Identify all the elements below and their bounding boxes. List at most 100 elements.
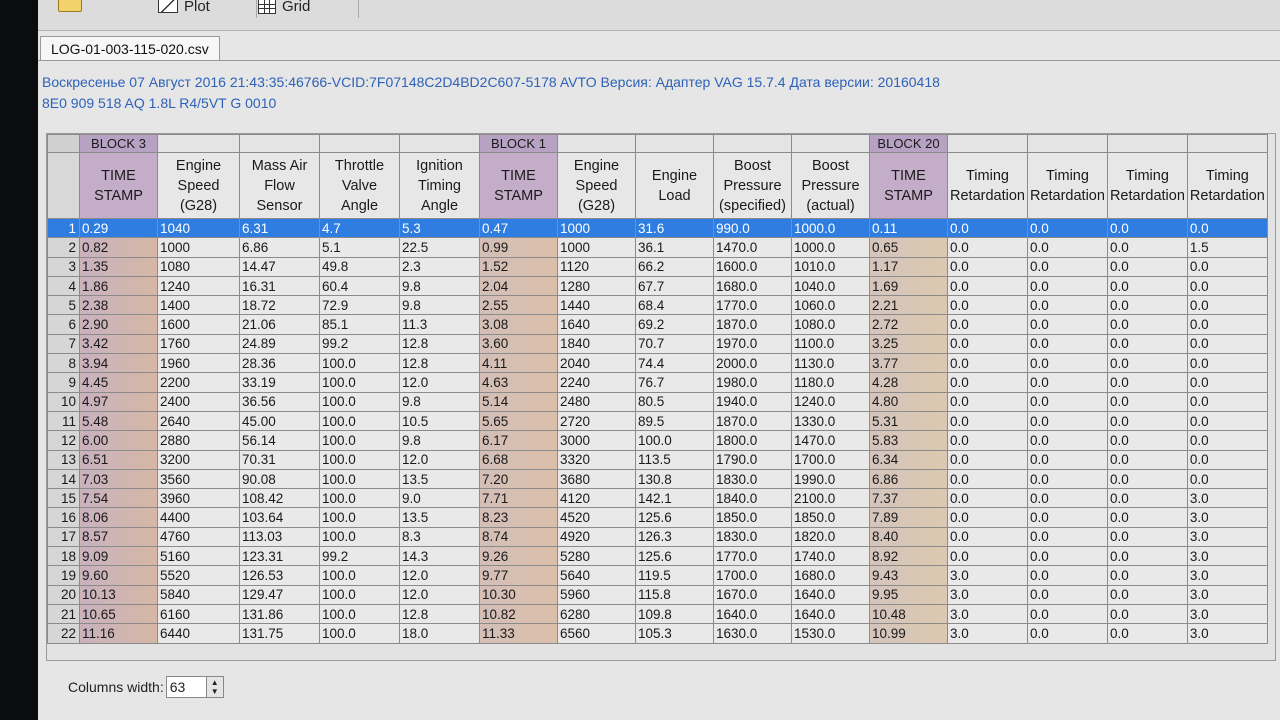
table-cell[interactable]: 1680.0 bbox=[713, 275, 792, 297]
table-cell[interactable]: 5.14 bbox=[479, 391, 558, 412]
table-cell[interactable]: 1640.0 bbox=[713, 603, 792, 625]
row-number[interactable]: 7 bbox=[47, 333, 80, 355]
table-cell[interactable]: 9.43 bbox=[869, 565, 948, 586]
table-cell[interactable]: 0.0 bbox=[1026, 295, 1108, 316]
table-cell[interactable]: 5.48 bbox=[79, 410, 158, 432]
row-number[interactable]: 22 bbox=[47, 623, 80, 644]
table-cell[interactable]: 0.0 bbox=[947, 391, 1028, 412]
table-cell[interactable]: 0.0 bbox=[1106, 468, 1188, 490]
table-cell[interactable]: 129.47 bbox=[239, 584, 320, 605]
table-cell[interactable]: 10.99 bbox=[869, 623, 948, 644]
table-cell[interactable]: 0.99 bbox=[479, 237, 558, 258]
table-cell[interactable]: 100.0 bbox=[319, 468, 400, 490]
table-cell[interactable]: 100.0 bbox=[319, 391, 400, 412]
table-row[interactable]: 12 6.00 2880 56.14 100.0 9.8 6.17 3000 100.0 1800… bbox=[47, 430, 1268, 451]
table-cell[interactable]: 1640.0 bbox=[791, 584, 870, 605]
table-cell[interactable]: 3.0 bbox=[1186, 526, 1268, 548]
table-row[interactable]: 15 7.54 3960 108.42 100.0 9.0 7.71 4120 142.1 184… bbox=[47, 488, 1268, 509]
table-cell[interactable]: 1130.0 bbox=[791, 353, 870, 374]
table-cell[interactable]: 0.65 bbox=[869, 237, 948, 258]
column-header[interactable]: TIME STAMP bbox=[479, 152, 558, 219]
table-cell[interactable]: 10.65 bbox=[79, 603, 158, 625]
table-cell[interactable]: 7.03 bbox=[79, 468, 158, 490]
table-cell[interactable]: 1830.0 bbox=[713, 468, 792, 490]
table-cell[interactable]: 70.7 bbox=[635, 333, 714, 355]
table-cell[interactable]: 1.17 bbox=[869, 256, 948, 277]
row-number[interactable]: 21 bbox=[47, 603, 80, 625]
table-cell[interactable]: 12.8 bbox=[399, 353, 480, 374]
table-cell[interactable]: 18.0 bbox=[399, 623, 480, 644]
table-cell[interactable]: 2.90 bbox=[79, 314, 158, 335]
table-cell[interactable]: 6.68 bbox=[479, 449, 558, 470]
table-cell[interactable]: 12.8 bbox=[399, 333, 480, 355]
table-cell[interactable]: 0.0 bbox=[1106, 237, 1188, 258]
row-number[interactable]: 17 bbox=[47, 526, 80, 548]
table-cell[interactable]: 0.0 bbox=[947, 237, 1028, 258]
table-cell[interactable]: 5960 bbox=[557, 584, 636, 605]
table-cell[interactable]: 12.0 bbox=[399, 584, 480, 605]
row-number[interactable]: 19 bbox=[47, 565, 80, 586]
table-cell[interactable]: 6.86 bbox=[239, 237, 320, 258]
table-cell[interactable]: 12.0 bbox=[399, 449, 480, 470]
table-cell[interactable]: 9.60 bbox=[79, 565, 158, 586]
table-cell[interactable]: 2040 bbox=[557, 353, 636, 374]
table-cell[interactable]: 28.36 bbox=[239, 353, 320, 374]
table-cell[interactable]: 0.0 bbox=[1106, 623, 1188, 644]
table-cell[interactable]: 5.83 bbox=[869, 430, 948, 451]
table-cell[interactable]: 6160 bbox=[157, 603, 240, 625]
table-cell[interactable]: 0.0 bbox=[1026, 507, 1108, 528]
table-cell[interactable]: 0.0 bbox=[1026, 353, 1108, 374]
table-cell[interactable]: 0.0 bbox=[947, 488, 1028, 509]
table-cell[interactable]: 0.0 bbox=[1026, 546, 1108, 567]
table-cell[interactable]: 1970.0 bbox=[713, 333, 792, 355]
table-cell[interactable]: 2100.0 bbox=[791, 488, 870, 509]
table-cell[interactable]: 0.0 bbox=[947, 468, 1028, 490]
table-cell[interactable]: 0.0 bbox=[1026, 391, 1108, 412]
table-cell[interactable]: 12.0 bbox=[399, 565, 480, 586]
table-cell[interactable]: 1180.0 bbox=[791, 372, 870, 393]
table-cell[interactable]: 3.60 bbox=[479, 333, 558, 355]
grid-button[interactable]: Grid bbox=[248, 0, 359, 18]
table-cell[interactable]: 1840 bbox=[557, 333, 636, 355]
table-cell[interactable]: 0.0 bbox=[1186, 275, 1268, 297]
table-cell[interactable]: 1990.0 bbox=[791, 468, 870, 490]
table-cell[interactable]: 126.53 bbox=[239, 565, 320, 586]
table-cell[interactable]: 1980.0 bbox=[713, 372, 792, 393]
table-cell[interactable]: 16.31 bbox=[239, 275, 320, 297]
table-cell[interactable]: 0.29 bbox=[79, 217, 158, 239]
columns-width-value[interactable]: 63 bbox=[170, 679, 186, 695]
table-cell[interactable]: 100.0 bbox=[319, 353, 400, 374]
table-cell[interactable]: 0.0 bbox=[1106, 256, 1188, 277]
table-row[interactable]: 16 8.06 4400 103.64 100.0 13.5 8.23 4520 125.6 18… bbox=[47, 507, 1268, 528]
table-row[interactable]: 6 2.90 1600 21.06 85.1 11.3 3.08 1640 69.2 1870.0… bbox=[47, 314, 1268, 335]
table-cell[interactable]: 3320 bbox=[557, 449, 636, 470]
table-cell[interactable]: 3.77 bbox=[869, 353, 948, 374]
table-cell[interactable]: 1240 bbox=[157, 275, 240, 297]
table-cell[interactable]: 1740.0 bbox=[791, 546, 870, 567]
table-cell[interactable]: 8.06 bbox=[79, 507, 158, 528]
table-cell[interactable]: 1.5 bbox=[1186, 237, 1268, 258]
table-cell[interactable]: 8.57 bbox=[79, 526, 158, 548]
table-cell[interactable]: 45.00 bbox=[239, 410, 320, 432]
table-cell[interactable]: 0.0 bbox=[1106, 353, 1188, 374]
table-cell[interactable]: 0.0 bbox=[1106, 565, 1188, 586]
table-cell[interactable]: 131.75 bbox=[239, 623, 320, 644]
table-cell[interactable]: 0.0 bbox=[1026, 584, 1108, 605]
table-row[interactable]: 21 10.65 6160 131.86 100.0 12.8 10.82 6280 109.8… bbox=[47, 603, 1268, 625]
table-cell[interactable]: 1440 bbox=[557, 295, 636, 316]
table-cell[interactable]: 0.0 bbox=[1186, 217, 1268, 239]
table-cell[interactable]: 0.0 bbox=[947, 410, 1028, 432]
decrement-arrow-icon[interactable]: ▼ bbox=[211, 687, 219, 696]
table-cell[interactable]: 1600.0 bbox=[713, 256, 792, 277]
table-cell[interactable]: 2240 bbox=[557, 372, 636, 393]
table-row[interactable]: 1 0.29 1040 6.31 4.7 5.3 0.47 1000 31.6 990.0 1000… bbox=[47, 217, 1268, 239]
table-cell[interactable]: 10.48 bbox=[869, 603, 948, 625]
table-cell[interactable]: 4920 bbox=[557, 526, 636, 548]
column-header[interactable]: TIME STAMP bbox=[869, 152, 948, 219]
table-cell[interactable]: 2.3 bbox=[399, 256, 480, 277]
table-cell[interactable]: 3.0 bbox=[1186, 623, 1268, 644]
table-cell[interactable]: 4.80 bbox=[869, 391, 948, 412]
table-cell[interactable]: 1870.0 bbox=[713, 410, 792, 432]
table-cell[interactable]: 103.64 bbox=[239, 507, 320, 528]
table-cell[interactable]: 100.0 bbox=[319, 603, 400, 625]
